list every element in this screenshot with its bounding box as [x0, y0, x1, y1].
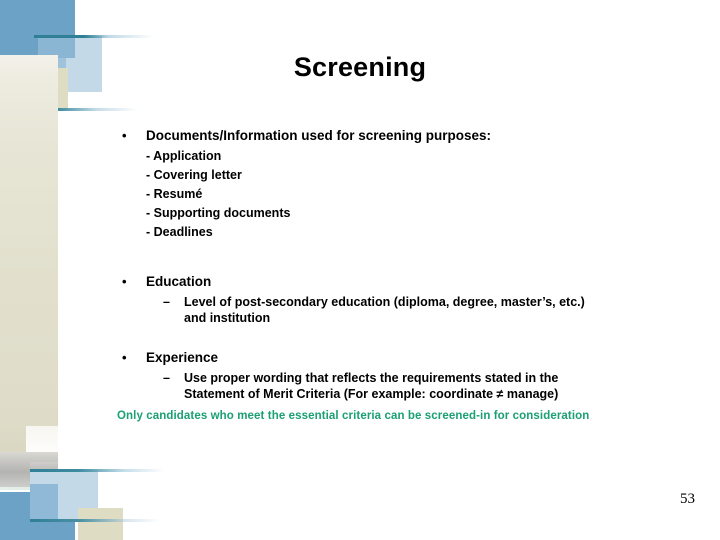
- list-item: - Application: [146, 148, 222, 163]
- bullet-documents-sublist: - Application - Covering letter - Resumé…: [118, 147, 693, 242]
- bullet-dot-icon: •: [122, 128, 127, 143]
- page-number: 53: [680, 491, 695, 507]
- bullet-education-sublist: – Level of post-secondary education (dip…: [118, 294, 693, 327]
- slide-body: • Documents/Information used for screeni…: [118, 128, 693, 403]
- en-dash-icon: –: [163, 371, 170, 386]
- bullet-documents-information: • Documents/Information used for screeni…: [118, 128, 693, 145]
- list-item-line-2: Statement of Merit Criteria (For example…: [184, 387, 559, 402]
- bullet-experience: • Experience: [118, 350, 693, 367]
- bullet-experience-label: Experience: [146, 350, 219, 366]
- bullet-documents-information-label: Documents/Information used for screening…: [146, 128, 492, 143]
- slide: Screening • Documents/Information used f…: [0, 0, 720, 540]
- list-item: - Resumé: [146, 186, 203, 201]
- list-item: – Use proper wording that reflects the r…: [163, 370, 693, 403]
- decor-bottom-beige-block: [78, 508, 123, 540]
- list-item-line-1: Use proper wording that reflects the req…: [184, 371, 559, 386]
- decor-left-cream-strip: [0, 55, 58, 455]
- list-item-line-1: Level of post-secondary education (diplo…: [184, 294, 585, 309]
- list-item: - Supporting documents: [146, 205, 291, 220]
- bullet-education-label: Education: [146, 273, 212, 289]
- bullet-dot-icon: •: [122, 273, 127, 289]
- list-item: - Deadlines: [146, 224, 213, 239]
- bullet-dot-icon: •: [122, 350, 127, 366]
- highlight-note: Only candidates who meet the essential c…: [117, 410, 590, 422]
- bullet-experience-sublist: – Use proper wording that reflects the r…: [118, 370, 693, 403]
- decor-bottom-rule-2: [30, 519, 160, 522]
- bullet-education: • Education: [118, 274, 693, 291]
- list-item: – Level of post-secondary education (dip…: [163, 294, 693, 327]
- decor-bottom-rule-1: [30, 469, 165, 472]
- decor-bottom-mid-blue-block: [30, 484, 58, 522]
- list-item: - Covering letter: [146, 167, 242, 182]
- list-item-line-2: and institution: [184, 311, 271, 325]
- slide-title: Screening: [293, 52, 427, 82]
- en-dash-icon: –: [163, 294, 170, 309]
- decor-top-rule-1: [34, 35, 154, 38]
